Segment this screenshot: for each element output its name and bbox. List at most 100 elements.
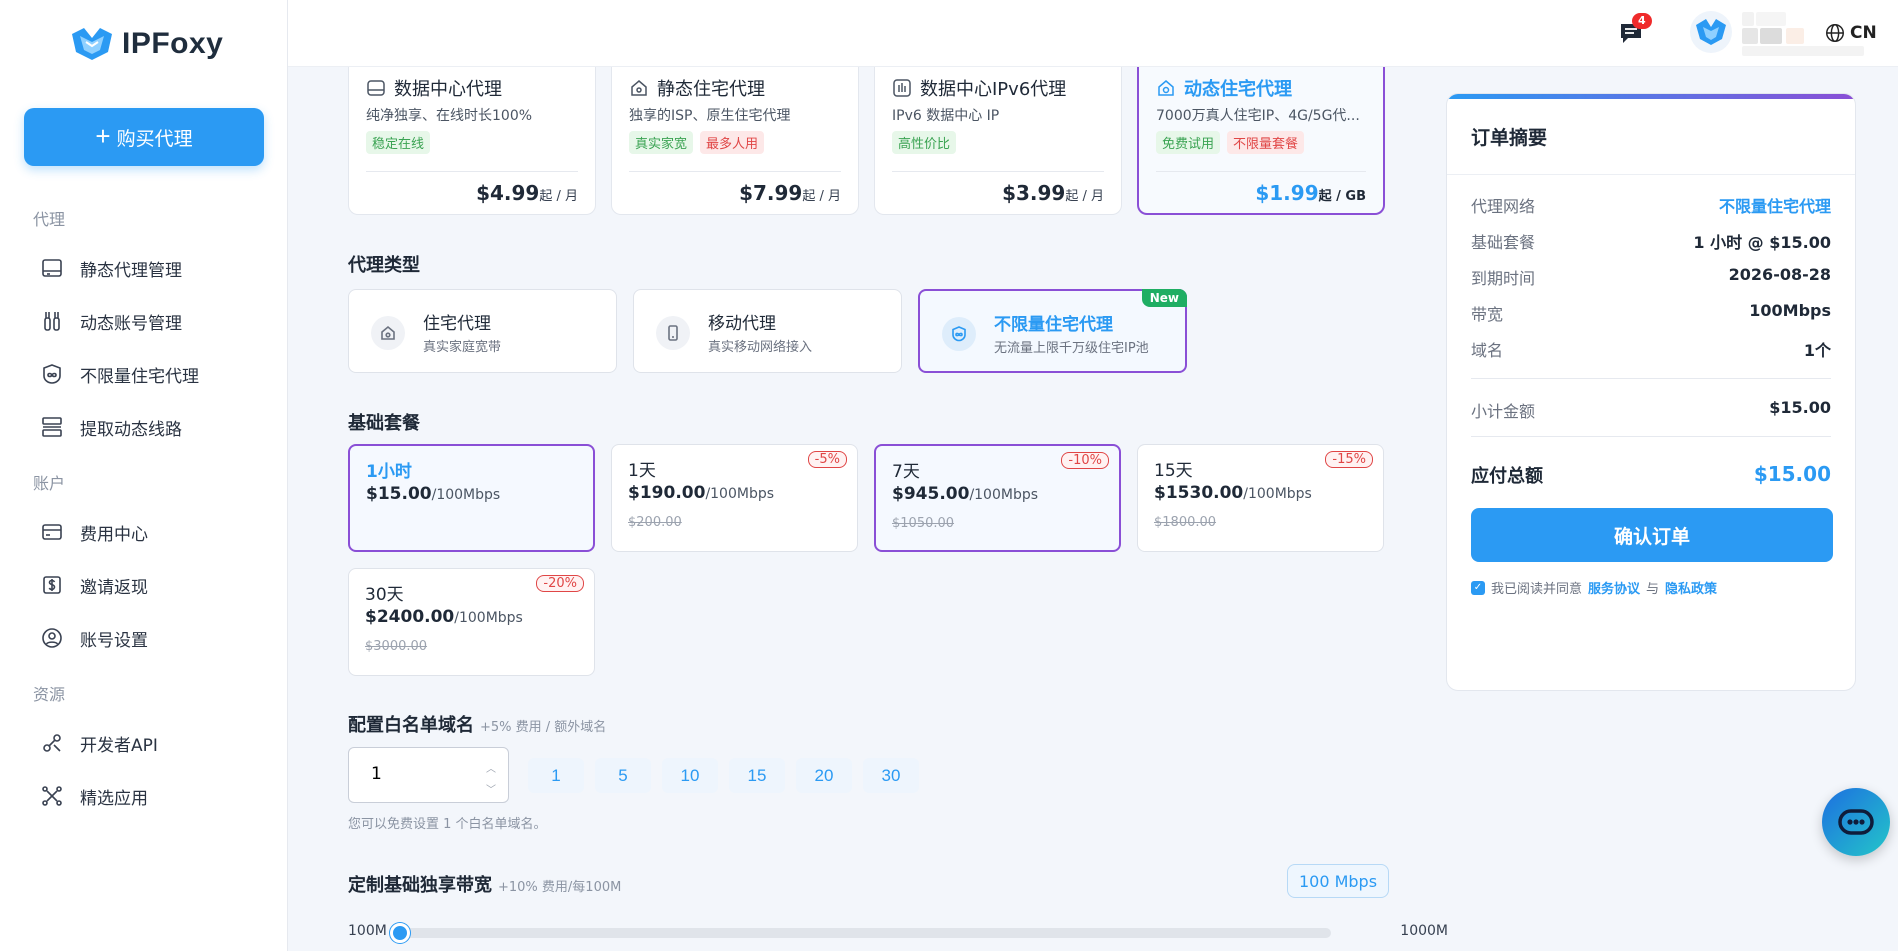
whitelist-help: 您可以免费设置 1 个白名单域名。 <box>348 817 547 832</box>
whitelist-title-text: 配置白名单域名 <box>348 715 474 736</box>
type-name: 移动代理 <box>708 314 776 334</box>
package-card-30d[interactable]: 30天 $2400.00/100Mbps $3000.00 -20% <box>348 568 595 676</box>
price-unit: /100Mbps <box>1243 486 1312 502</box>
package-duration: 1小时 <box>366 462 412 482</box>
terms-link[interactable]: 服务协议 <box>1588 578 1640 597</box>
privacy-link[interactable]: 隐私政策 <box>1665 578 1717 597</box>
proxy-type-residential[interactable]: 住宅代理 真实家庭宽带 <box>348 289 617 373</box>
type-sub: 真实移动网络接入 <box>708 340 813 355</box>
sidebar-item-developer-api[interactable]: 开发者API <box>40 728 158 758</box>
plan-tags: 高性价比 <box>892 131 957 154</box>
price-value: $1.99 <box>1255 181 1319 205</box>
chevron-down-icon[interactable]: ﹀ <box>486 781 496 796</box>
bandwidth-value-chip: 100 Mbps <box>1287 864 1389 898</box>
subtotal-value: $15.00 <box>1769 398 1831 417</box>
bandwidth-hint: +10% 费用/每100M <box>498 880 622 895</box>
sidebar-item-referral[interactable]: 邀请返现 <box>40 570 148 600</box>
bandwidth-slider-track[interactable] <box>393 928 1331 938</box>
discount-badge: -20% <box>536 575 584 592</box>
chart-bars-icon <box>893 79 911 97</box>
plan-card-dynamic-residential[interactable]: 动态住宅代理 7000万真人住宅IP、4G/5G代... 免费试用 不限量套餐 … <box>1137 67 1385 215</box>
whitelist-chip-5[interactable]: 5 <box>595 758 651 793</box>
sidebar-item-unlimited-residential[interactable]: 不限量住宅代理 <box>40 359 199 389</box>
sidebar-item-label: 开发者API <box>80 735 158 756</box>
summary-accent-bar <box>1447 94 1855 99</box>
sidebar-item-extract-lines[interactable]: 提取动态线路 <box>40 412 182 442</box>
package-card-1h[interactable]: 1小时 $15.00/100Mbps <box>348 444 595 552</box>
package-card-1d[interactable]: 1天 $190.00/100Mbps $200.00 -5% <box>611 444 858 552</box>
price-unit: /100Mbps <box>705 486 775 502</box>
whitelist-chip-30[interactable]: 30 <box>863 758 919 793</box>
brand-logo[interactable]: IPFoxy <box>70 26 223 62</box>
type-name: 住宅代理 <box>423 314 491 334</box>
divider <box>366 171 578 172</box>
sidebar-item-featured-apps[interactable]: 精选应用 <box>40 781 148 811</box>
chevron-up-icon[interactable]: ︿ <box>486 760 496 775</box>
package-old-price: $200.00 <box>628 515 682 530</box>
whitelist-quantity-input[interactable] <box>371 764 451 784</box>
plan-card-static-residential[interactable]: 静态住宅代理 独享的ISP、原生住宅代理 真实家宽 最多人用 $7.99起 / … <box>611 67 859 215</box>
type-icon-wrap <box>942 317 976 351</box>
discount-badge: -15% <box>1325 451 1373 468</box>
order-summary: 订单摘要 代理网络 不限量住宅代理 基础套餐 1 小时 @ $15.00 到期时… <box>1446 93 1856 691</box>
whitelist-chip-15[interactable]: 15 <box>729 758 785 793</box>
type-sub: 无流量上限千万级住宅IP池 <box>994 341 1149 356</box>
sidebar-item-account-settings[interactable]: 账号设置 <box>40 623 148 653</box>
summary-subtotal: 小计金额 $15.00 <box>1471 398 1831 422</box>
package-duration: 15天 <box>1154 461 1193 481</box>
plan-tag: 稳定在线 <box>366 131 431 154</box>
summary-value: 1个 <box>1803 341 1831 360</box>
plan-tag: 最多人用 <box>700 131 765 154</box>
nav-section-account: 账户 <box>33 474 66 493</box>
price-value: $945.00 <box>892 484 970 504</box>
agree-text: 我已阅读并同意 <box>1491 582 1583 597</box>
plan-price: $4.99起 / 月 <box>476 181 578 205</box>
plan-card-ipv6[interactable]: 数据中心IPv6代理 IPv6 数据中心 IP 高性价比 $3.99起 / 月 <box>874 67 1122 215</box>
support-chat-button[interactable] <box>1822 788 1890 856</box>
whitelist-chip-20[interactable]: 20 <box>796 758 852 793</box>
slider-min-label: 100M <box>348 923 387 939</box>
whitelist-quantity-stepper[interactable]: ︿ ﹀ <box>348 747 509 803</box>
plan-title: 静态住宅代理 <box>629 75 765 101</box>
whitelist-chip-10[interactable]: 10 <box>662 758 718 793</box>
sidebar-item-label: 邀请返现 <box>80 577 148 598</box>
agreement-row: ✓ 我已阅读并同意 服务协议 与 隐私政策 <box>1471 578 1717 597</box>
discount-badge: -10% <box>1061 452 1109 469</box>
chat-bot-icon <box>1838 809 1874 835</box>
summary-key: 域名 <box>1471 341 1504 360</box>
plan-card-datacenter[interactable]: 数据中心代理 纯净独享、在线时长100% 稳定在线 $4.99起 / 月 <box>348 67 596 215</box>
agree-checkbox[interactable]: ✓ <box>1471 580 1485 595</box>
price-unit: 起 / GB <box>1318 189 1366 204</box>
sidebar-item-billing[interactable]: 费用中心 <box>40 517 148 547</box>
sidebar-item-label: 账号设置 <box>80 630 148 651</box>
summary-key: 带宽 <box>1471 305 1504 324</box>
package-card-7d[interactable]: 7天 $945.00/100Mbps $1050.00 -10% <box>874 444 1121 552</box>
bandwidth-slider-thumb[interactable] <box>390 923 410 943</box>
buy-proxy-button[interactable]: + 购买代理 <box>24 108 264 166</box>
type-name: 不限量住宅代理 <box>994 315 1113 335</box>
monitor-icon <box>42 259 62 277</box>
divider <box>1471 436 1831 437</box>
price-unit: 起 / 月 <box>1065 189 1104 204</box>
sidebar-item-dynamic-account[interactable]: 动态账号管理 <box>40 306 182 336</box>
confirm-order-button[interactable]: 确认订单 <box>1471 508 1833 562</box>
summary-key: 代理网络 <box>1471 197 1536 216</box>
nav-section-resources: 资源 <box>33 685 66 704</box>
price-unit: /100Mbps <box>454 610 523 626</box>
total-label: 应付总额 <box>1471 466 1543 487</box>
proxy-type-mobile[interactable]: 移动代理 真实移动网络接入 <box>633 289 902 373</box>
plan-title: 动态住宅代理 <box>1156 75 1292 101</box>
sidebar: IPFoxy + 购买代理 代理 静态代理管理 动态账号管理 不限量住宅代理 提… <box>0 0 288 951</box>
infinity-shield-icon <box>43 364 61 384</box>
avatar[interactable] <box>1690 11 1732 53</box>
whitelist-chip-1[interactable]: 1 <box>528 758 584 793</box>
plan-desc: 7000万真人住宅IP、4G/5G代... <box>1156 108 1360 124</box>
usb-icon <box>44 312 60 331</box>
summary-value: 100Mbps <box>1749 301 1831 320</box>
proxy-type-unlimited[interactable]: 不限量住宅代理 无流量上限千万级住宅IP池 New <box>918 289 1187 373</box>
package-duration: 7天 <box>892 462 920 482</box>
package-card-15d[interactable]: 15天 $1530.00/100Mbps $1800.00 -15% <box>1137 444 1384 552</box>
type-icon-wrap <box>371 316 405 350</box>
divider <box>892 171 1104 172</box>
sidebar-item-static-proxy[interactable]: 静态代理管理 <box>40 253 182 283</box>
